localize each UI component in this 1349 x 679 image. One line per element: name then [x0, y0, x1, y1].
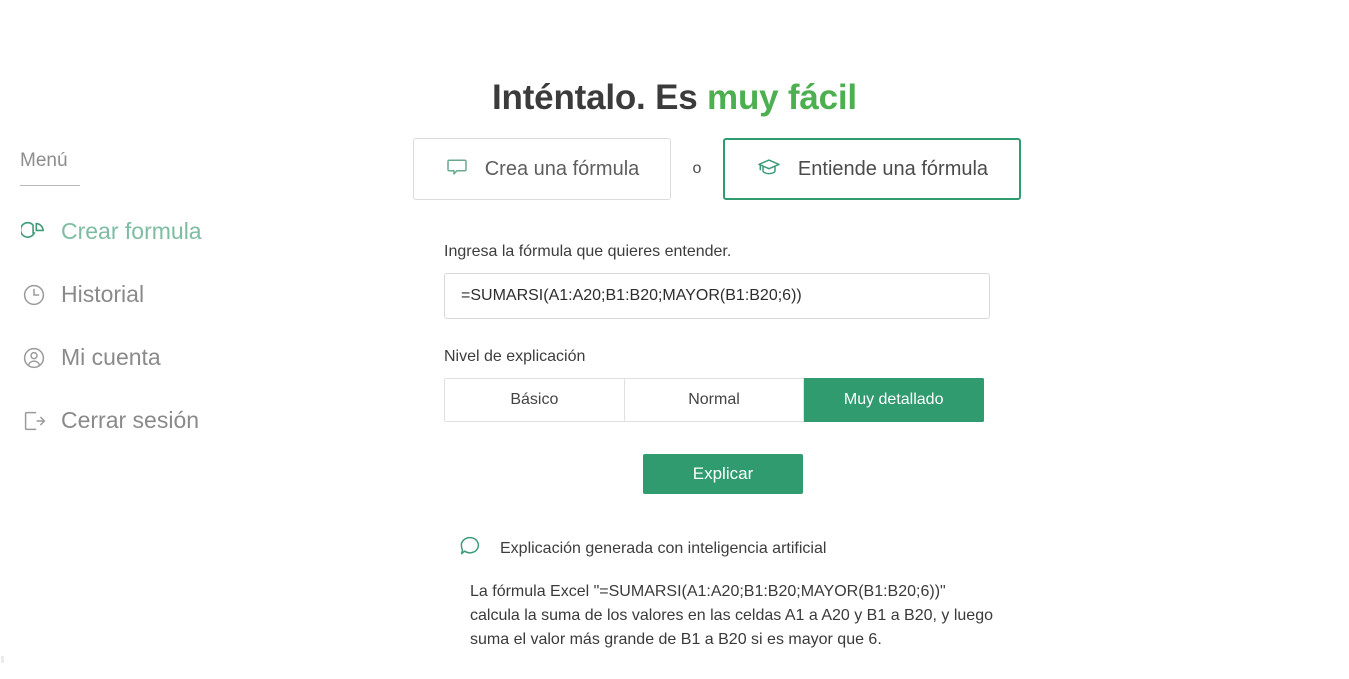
- speech-bubble-icon: [458, 534, 482, 563]
- mode-tabs: Crea una fórmula o Entiende una fórmula: [413, 138, 1033, 200]
- sidebar-heading: Menú: [20, 150, 68, 171]
- sidebar-item-label: Crear formula: [61, 218, 202, 244]
- logout-icon: [20, 407, 48, 435]
- sidebar-item-crear-formula[interactable]: Crear formula: [0, 200, 300, 263]
- level-option-normal[interactable]: Normal: [624, 378, 805, 422]
- sidebar-item-label: Historial: [61, 281, 145, 307]
- explanation-body: La fórmula Excel "=SUMARSI(A1:A20;B1:B20…: [470, 583, 993, 648]
- tab-separator: o: [692, 160, 702, 177]
- main-content: Crea una fórmula o Entiende una fórmula …: [413, 138, 1033, 668]
- sidebar-item-mi-cuenta[interactable]: Mi cuenta: [0, 326, 300, 389]
- level-option-basico[interactable]: Básico: [444, 378, 625, 422]
- tab-entiende-una-formula[interactable]: Entiende una fórmula: [723, 138, 1021, 200]
- explicar-button[interactable]: Explicar: [643, 454, 803, 494]
- explanation-level-label: Nivel de explicación: [444, 348, 586, 365]
- explanation-header-text: Explicación generada con inteligencia ar…: [500, 539, 827, 557]
- page-title: Inténtalo. Es muy fácil: [0, 78, 1349, 118]
- explanation-level-segmented-control: Básico Normal Muy detallado: [444, 378, 984, 422]
- sidebar-divider: [20, 185, 80, 186]
- graduation-cap-icon: [756, 154, 782, 185]
- tab-crea-una-formula[interactable]: Crea una fórmula: [413, 138, 671, 200]
- app-root: Inténtalo. Es muy fácil Menú Crear formu…: [0, 0, 1349, 679]
- explanation-header: Explicación generada con inteligencia ar…: [458, 534, 1033, 563]
- tab-label: Entiende una fórmula: [797, 157, 989, 180]
- page-title-plain: Inténtalo. Es: [492, 78, 708, 118]
- formula-field-label: Ingresa la fórmula que quieres entender.: [444, 243, 732, 260]
- clock-icon: [20, 281, 48, 309]
- sidebar-item-cerrar-sesion[interactable]: Cerrar sesión: [0, 389, 300, 452]
- formula-input[interactable]: [444, 273, 990, 319]
- tab-label: Crea una fórmula: [484, 157, 640, 180]
- user-circle-icon: [20, 344, 48, 372]
- sidebar-item-historial[interactable]: Historial: [0, 263, 300, 326]
- sidebar: Menú Crear formula Historial Mi cuenta C…: [0, 150, 300, 452]
- edge-artifact: [1, 656, 4, 663]
- sidebar-item-label: Cerrar sesión: [61, 407, 200, 433]
- page-title-accent: muy fácil: [707, 78, 857, 118]
- pie-chart-icon: [20, 218, 48, 246]
- sidebar-item-label: Mi cuenta: [61, 344, 161, 370]
- level-option-muy-detallado[interactable]: Muy detallado: [804, 378, 984, 422]
- speech-bubble-icon: [445, 155, 469, 184]
